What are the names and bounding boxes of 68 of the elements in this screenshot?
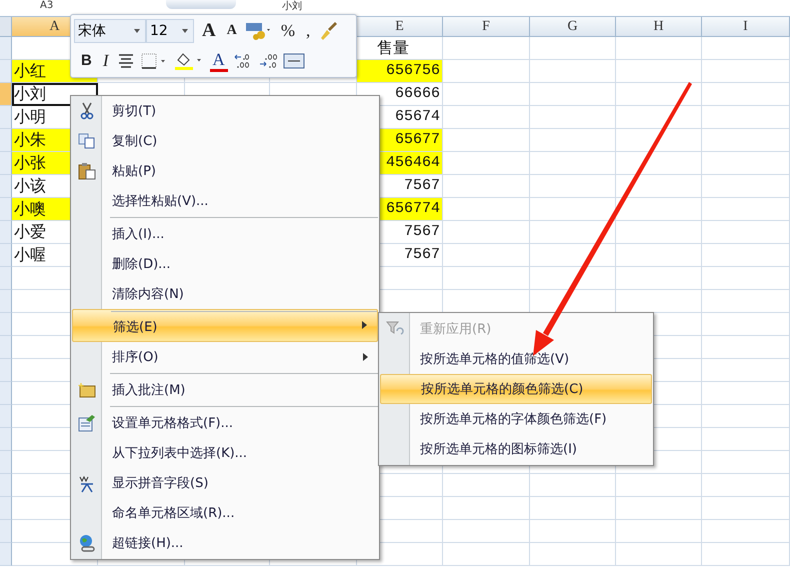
decrease-decimal-icon[interactable] [258,52,278,70]
format-cells-icon [78,414,96,432]
menu-item[interactable]: 按所选单元格的图标筛选(I) [380,434,652,464]
select-all-corner[interactable] [0,17,12,37]
menu-item[interactable]: 排序(O) [72,342,378,372]
brush-icon[interactable] [318,21,338,41]
menu-item[interactable]: 显示拼音字段(S) [72,468,378,498]
row-header[interactable] [0,244,12,267]
menu-item[interactable]: 按所选单元格的颜色筛选(C) [380,374,652,404]
row-header[interactable] [0,129,12,152]
menu-item[interactable]: 从下拉列表中选择(K)... [72,438,378,468]
formula-field[interactable]: 小刘 [272,0,302,13]
menu-item[interactable]: 命名单元格区域(R)... [72,498,378,528]
merge-cells-icon[interactable] [282,52,305,70]
menu-item[interactable]: 清除内容(N) [72,279,378,309]
row-header[interactable] [0,152,12,175]
globe-link-icon [78,534,96,552]
menu-item[interactable]: 插入批注(M) [72,372,378,405]
toolbar-button[interactable]: , [303,20,314,42]
row-header[interactable] [0,313,12,336]
row-header[interactable] [0,83,12,106]
column-header[interactable]: G [530,17,616,37]
column-header[interactable]: E [357,17,443,37]
row-header[interactable] [0,267,12,290]
row-header[interactable] [0,451,12,474]
menu-item[interactable]: 按所选单元格的字体颜色筛选(F) [380,404,652,434]
row-header[interactable] [0,543,12,566]
borders-icon[interactable] [140,52,168,70]
row-header[interactable] [0,60,12,83]
row-header[interactable] [0,474,12,497]
row-header[interactable] [0,405,12,428]
font-size-dropdown[interactable]: 12 [146,19,194,43]
scissors-icon [79,102,95,120]
align-center-icon[interactable] [116,53,135,69]
column-header[interactable]: H [616,17,702,37]
row-header[interactable] [0,428,12,451]
row-header[interactable] [0,175,12,198]
clipboard-icon [78,162,96,180]
toolbar-button[interactable]: A [224,20,240,42]
row-header[interactable] [0,359,12,382]
row-header[interactable] [0,37,12,60]
column-header[interactable]: F [443,17,530,37]
name-box[interactable]: A3 [0,0,100,12]
submenu-arrow-icon [363,353,368,361]
row-header[interactable] [0,497,12,520]
note-icon [78,382,96,398]
currency-icon[interactable] [244,21,273,41]
toolbar-button[interactable]: % [278,20,298,42]
row-header[interactable] [0,221,12,244]
column-header[interactable]: I [702,17,790,37]
submenu-arrow-icon [362,321,367,329]
row-header[interactable] [0,290,12,313]
menu-item[interactable]: 按所选单元格的值筛选(V) [380,344,652,374]
font-name-dropdown[interactable]: 宋体 [74,19,146,43]
table-cell: 656756 [357,60,443,83]
row-header[interactable] [0,198,12,221]
toolbar-button[interactable]: A [199,20,219,42]
menu-item[interactable]: 超链接(H)... [72,528,378,558]
row-header[interactable] [0,520,12,543]
toolbar-button[interactable]: A [210,50,228,72]
toolbar-button[interactable]: I [100,50,112,72]
formula-bar-button[interactable] [166,0,236,9]
row-header[interactable] [0,336,12,359]
menu-item[interactable]: 设置单元格格式(F)... [72,405,378,438]
row-header[interactable] [0,106,12,129]
menu-item[interactable]: 筛选(E) [72,309,378,342]
row-header[interactable] [0,382,12,405]
copy-icon [78,133,96,149]
